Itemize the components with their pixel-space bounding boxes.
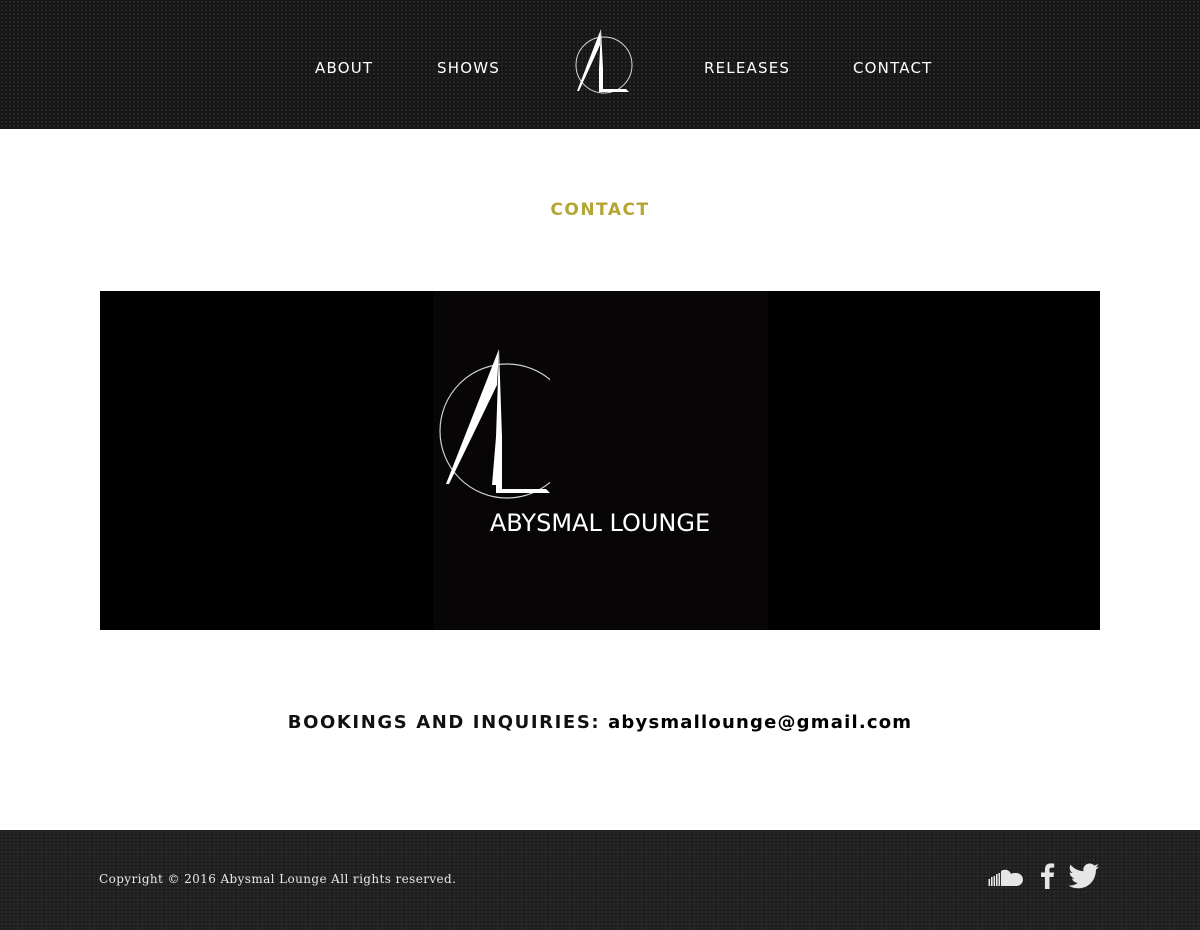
banner-brand-name: ABYSMAL LOUNGE <box>489 509 711 537</box>
site-header: ABOUT SHOWS RELEASES CONTACT <box>0 0 1200 129</box>
nav-item-releases[interactable]: RELEASES <box>704 58 790 78</box>
nav-item-about[interactable]: ABOUT <box>315 58 373 78</box>
banner-logo-icon <box>430 345 575 500</box>
bookings-separator: : <box>591 712 601 733</box>
page-title: CONTACT <box>550 200 650 220</box>
bookings-email-link[interactable]: abysmallounge@gmail.com <box>608 712 912 733</box>
copyright-text: Copyright © 2016 Abysmal Lounge All righ… <box>99 872 457 886</box>
header-logo-icon[interactable] <box>571 27 637 99</box>
bookings-label: BOOKINGS AND INQUIRIES <box>287 712 592 733</box>
nav-item-contact[interactable]: CONTACT <box>853 58 933 78</box>
nav-item-shows[interactable]: SHOWS <box>437 58 500 78</box>
facebook-icon[interactable] <box>1038 862 1056 892</box>
bookings-line: BOOKINGS AND INQUIRIES: abysmallounge@gm… <box>0 712 1200 733</box>
soundcloud-icon[interactable] <box>988 866 1024 896</box>
twitter-icon[interactable] <box>1068 862 1100 892</box>
banner-image <box>100 291 1100 630</box>
